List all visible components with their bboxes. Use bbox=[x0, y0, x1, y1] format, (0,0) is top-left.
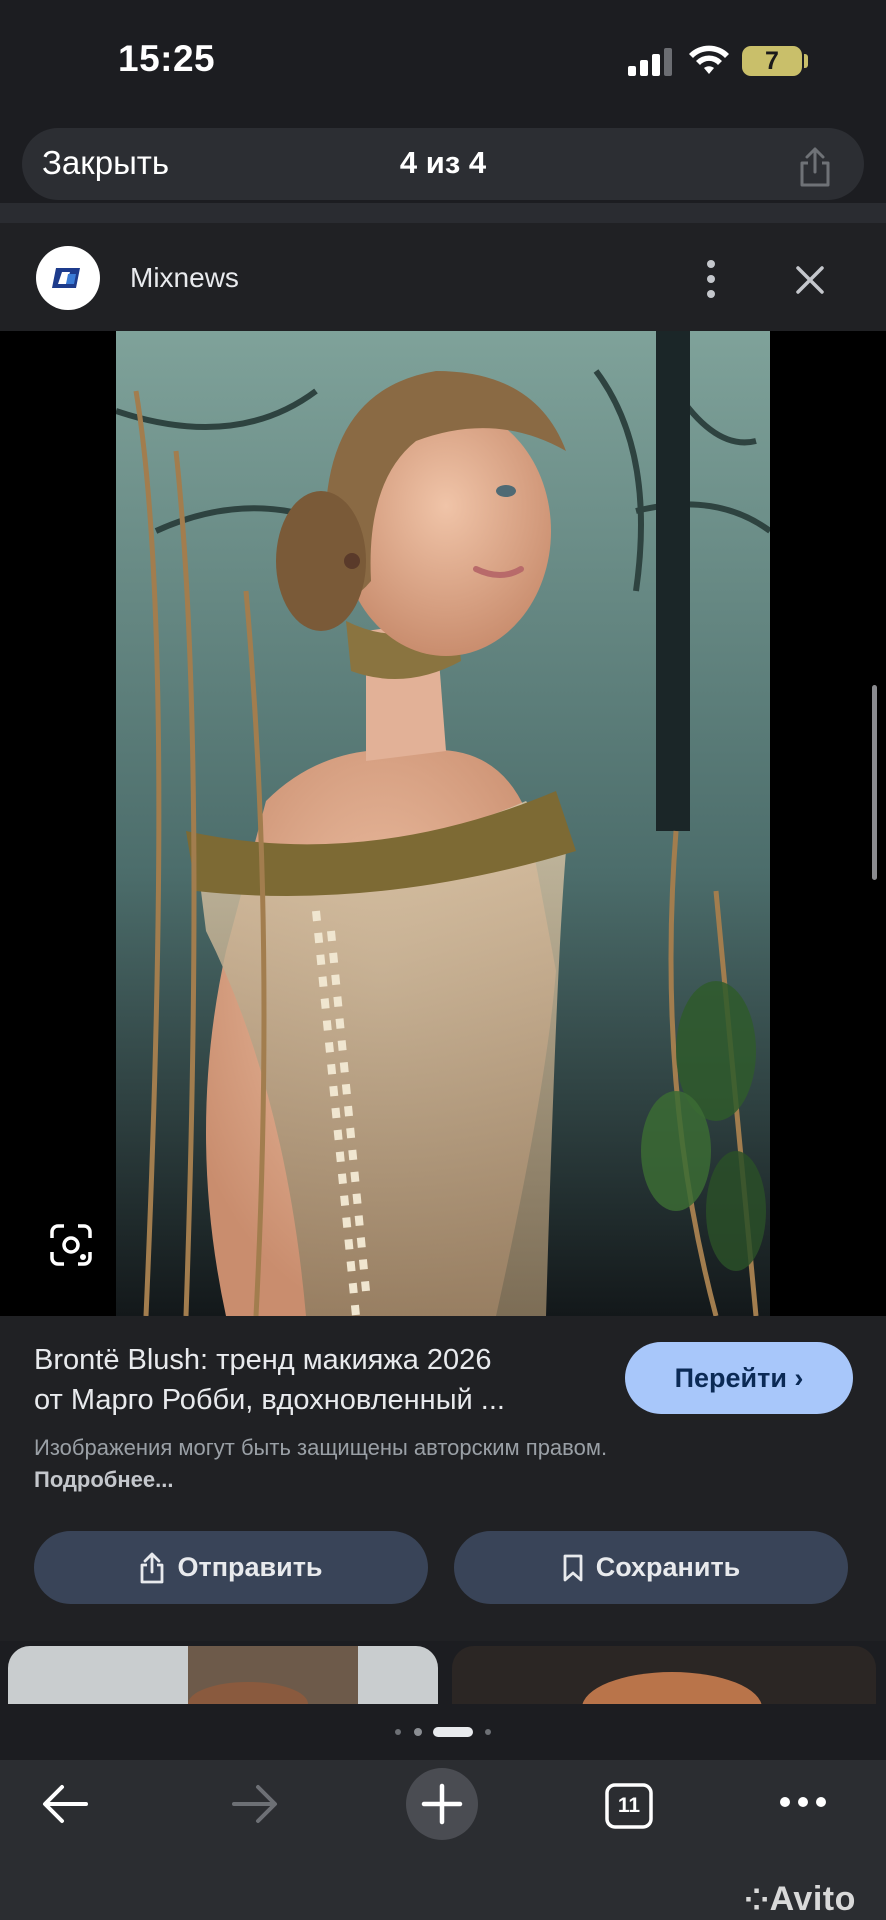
tab-count: 11 bbox=[617, 1794, 641, 1817]
watermark-text: Avito bbox=[769, 1880, 856, 1918]
share-icon[interactable] bbox=[796, 146, 834, 188]
status-time: 15:25 bbox=[118, 38, 216, 79]
result-title[interactable]: Brontë Blush: тренд макияжа 2026 от Марг… bbox=[34, 1340, 602, 1420]
related-image-1[interactable] bbox=[8, 1646, 438, 1704]
battery-tip bbox=[804, 54, 808, 68]
source-name[interactable]: Mixnews bbox=[130, 258, 239, 298]
related-thumbnail bbox=[452, 1646, 876, 1704]
save-label: Сохранить bbox=[595, 1552, 741, 1582]
avito-logo-icon: ⁘ bbox=[744, 1884, 770, 1917]
wifi-icon bbox=[689, 45, 729, 74]
result-title-line-1: Brontë Blush: тренд макияжа 2026 bbox=[34, 1344, 492, 1376]
forward-arrow-icon[interactable] bbox=[230, 1782, 280, 1826]
portrait-photo bbox=[116, 331, 770, 1316]
more-horizontal-icon[interactable] bbox=[778, 1792, 828, 1812]
send-label: Отправить bbox=[177, 1552, 323, 1582]
related-thumbnail bbox=[8, 1646, 438, 1704]
plus-icon bbox=[421, 1783, 463, 1825]
result-title-line-2: от Марго Робби, вдохновленный ... bbox=[34, 1384, 505, 1416]
avito-watermark: ⁘Avito bbox=[744, 1880, 856, 1919]
page-indicator bbox=[395, 1727, 491, 1737]
bookmark-icon bbox=[563, 1554, 583, 1581]
save-button[interactable]: Сохранить bbox=[454, 1531, 848, 1604]
divider bbox=[0, 203, 886, 223]
scrollbar[interactable] bbox=[872, 685, 877, 880]
tabs-button[interactable]: 11 bbox=[604, 1782, 654, 1830]
copyright-text: Изображения могут быть защищены авторски… bbox=[34, 1435, 608, 1460]
copyright-notice: Изображения могут быть защищены авторски… bbox=[34, 1432, 614, 1496]
cellular-signal-icon bbox=[628, 48, 672, 76]
battery-icon: 7 bbox=[742, 46, 802, 76]
learn-more-link[interactable]: Подробнее... bbox=[34, 1467, 174, 1492]
related-image-2[interactable] bbox=[452, 1646, 876, 1704]
close-icon[interactable] bbox=[792, 262, 828, 298]
mixnews-logo-icon bbox=[52, 268, 80, 288]
back-arrow-icon[interactable] bbox=[40, 1782, 90, 1826]
source-logo[interactable] bbox=[36, 246, 100, 310]
send-button[interactable]: Отправить bbox=[34, 1531, 428, 1604]
result-image[interactable] bbox=[116, 331, 770, 1316]
image-counter: 4 из 4 bbox=[399, 145, 487, 180]
visit-button[interactable]: Перейти › bbox=[625, 1342, 853, 1414]
more-vertical-icon[interactable] bbox=[696, 254, 726, 304]
new-tab-button[interactable] bbox=[406, 1768, 478, 1840]
google-lens-icon[interactable] bbox=[48, 1222, 94, 1268]
share-icon bbox=[141, 1552, 164, 1583]
